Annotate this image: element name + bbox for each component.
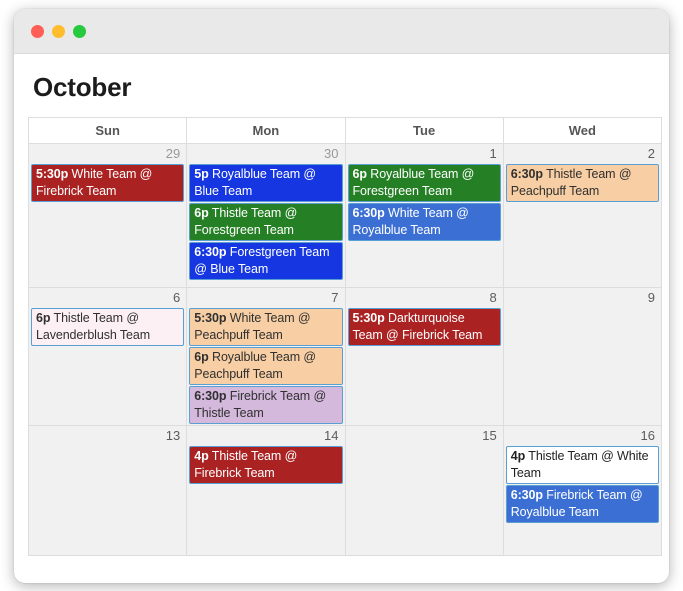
day-events: 4p Thistle Team @ Firebrick Team [187,446,344,484]
day-header-sun: Sun [27,117,188,144]
event-time: 4p [194,449,209,463]
event-time: 6p [352,167,367,181]
event-time: 5p [194,167,209,181]
calendar-event[interactable]: 6:30p Thistle Team @ Peachpuff Team [505,164,659,202]
calendar-event[interactable]: 6p Thistle Team @ Forestgreen Team [189,203,343,241]
event-title: Royalblue Team @ Blue Team [194,167,316,198]
event-title: Thistle Team @ White Team [510,449,649,480]
event-title: Thistle Team @ Lavenderblush Team [36,311,151,342]
calendar-week-row: 29 5:30p White Team @ Firebrick Team 30 5p … [27,143,663,288]
calendar-day-cell[interactable]: 13 [27,425,188,556]
event-title: Royalblue Team @ Peachpuff Team [194,350,316,381]
calendar-event[interactable]: 4p Thistle Team @ White Team [505,446,659,484]
calendar-event[interactable]: 6:30p Firebrick Team @ Thistle Team [189,386,343,424]
calendar-day-cell[interactable]: 9 [502,287,663,426]
calendar-day-cell[interactable]: 2 6:30p Thistle Team @ Peachpuff Team [502,143,663,288]
calendar-day-cell[interactable]: 14 4p Thistle Team @ Firebrick Team [186,425,346,556]
event-time: 6p [194,350,209,364]
calendar-day-cell[interactable]: 16 4p Thistle Team @ White Team 6:30p Fire… [502,425,663,556]
day-number: 13 [165,428,181,443]
day-number: 14 [324,428,339,443]
calendar-event[interactable]: 6:30p Forestgreen Team @ Blue Team [189,242,343,280]
calendar-day-cell[interactable]: 6 6p Thistle Team @ Lavenderblush Team [27,287,188,426]
day-events: 5:30p White Team @ Peachpuff Team 6p Roya… [187,308,344,424]
maximize-button[interactable] [73,24,86,38]
event-time: 5:30p [352,311,385,325]
calendar-header-row: Sun Mon Tue Wed [27,117,663,144]
day-number: 6 [173,290,181,305]
calendar-event[interactable]: 5p Royalblue Team @ Blue Team [189,164,343,202]
calendar-day-cell[interactable]: 30 5p Royalblue Team @ Blue Team 6p Thistl… [186,143,346,288]
event-time: 6:30p [352,206,385,220]
day-number: 29 [165,146,181,161]
calendar-week-row: 6 6p Thistle Team @ Lavenderblush Team 7 5:… [27,287,663,426]
calendar-content: October Sun Mon Tue Wed 29 5:30p White Team … [14,54,669,556]
day-number: 15 [482,428,497,443]
event-title: Thistle Team @ Forestgreen Team [194,206,298,237]
day-number: 2 [647,146,655,161]
calendar-day-cell[interactable]: 1 6p Royalblue Team @ Forestgreen Team 6:3… [344,143,504,288]
day-number: 7 [331,290,339,305]
calendar-event[interactable]: 6p Royalblue Team @ Peachpuff Team [189,347,343,385]
calendar-grid: Sun Mon Tue Wed 29 5:30p White Team @ Firebr… [27,117,663,556]
app-window: October Sun Mon Tue Wed 29 5:30p White Team … [14,9,669,583]
day-events: 6p Thistle Team @ Lavenderblush Team [29,308,186,346]
day-events: 5p Royalblue Team @ Blue Team 6p Thistle … [187,164,344,280]
calendar-day-cell[interactable]: 15 [344,425,504,556]
event-time: 5:30p [36,167,69,181]
day-number: 9 [647,290,655,305]
calendar-day-cell[interactable]: 8 5:30p Darkturquoise Team @ Firebrick Te… [344,287,504,426]
window-titlebar [14,9,669,54]
calendar-event[interactable]: 5:30p White Team @ Firebrick Team [31,164,185,202]
day-header-wed: Wed [502,117,663,144]
day-number: 8 [489,290,497,305]
day-header-tue: Tue [344,117,504,144]
calendar-event[interactable]: 5:30p White Team @ Peachpuff Team [189,308,343,346]
calendar-day-cell[interactable]: 29 5:30p White Team @ Firebrick Team [27,143,188,288]
event-time: 6:30p [194,389,227,403]
minimize-button[interactable] [52,24,65,38]
day-events: 6:30p Thistle Team @ Peachpuff Team [504,164,661,202]
day-events: 5:30p White Team @ Firebrick Team [29,164,186,202]
calendar-event[interactable]: 4p Thistle Team @ Firebrick Team [189,446,343,484]
event-title: Thistle Team @ Firebrick Team [194,449,298,480]
event-time: 5:30p [194,311,227,325]
day-events: 5:30p Darkturquoise Team @ Firebrick Tea… [346,308,503,346]
event-time: 6:30p [510,167,543,181]
event-time: 4p [510,449,526,463]
page-title: October [33,72,132,102]
close-button[interactable] [31,24,44,38]
calendar-day-cell[interactable]: 7 5:30p White Team @ Peachpuff Team 6p Roy… [186,287,346,426]
day-events: 4p Thistle Team @ White Team 6:30p Firebr… [504,446,661,523]
calendar-event[interactable]: 6:30p Firebrick Team @ Royalblue Team [505,485,659,523]
event-time: 6p [194,206,209,220]
calendar-body: 29 5:30p White Team @ Firebrick Team 30 5p … [27,143,663,556]
event-time: 6:30p [194,245,227,259]
calendar-event[interactable]: 5:30p Darkturquoise Team @ Firebrick Tea… [347,308,501,346]
event-title: Royalblue Team @ Forestgreen Team [352,167,475,198]
day-header-mon: Mon [186,117,346,144]
event-time: 6p [36,311,51,325]
calendar-event[interactable]: 6:30p White Team @ Royalblue Team [347,203,501,241]
day-number: 30 [324,146,339,161]
day-events: 6p Royalblue Team @ Forestgreen Team 6:30… [346,164,503,241]
day-number: 16 [640,428,655,443]
calendar-event[interactable]: 6p Thistle Team @ Lavenderblush Team [31,308,185,346]
day-number: 1 [489,146,497,161]
calendar-week-row: 13 14 4p Thistle Team @ Firebrick Team 15 16… [27,425,663,556]
calendar-event[interactable]: 6p Royalblue Team @ Forestgreen Team [347,164,501,202]
event-time: 6:30p [510,488,543,502]
